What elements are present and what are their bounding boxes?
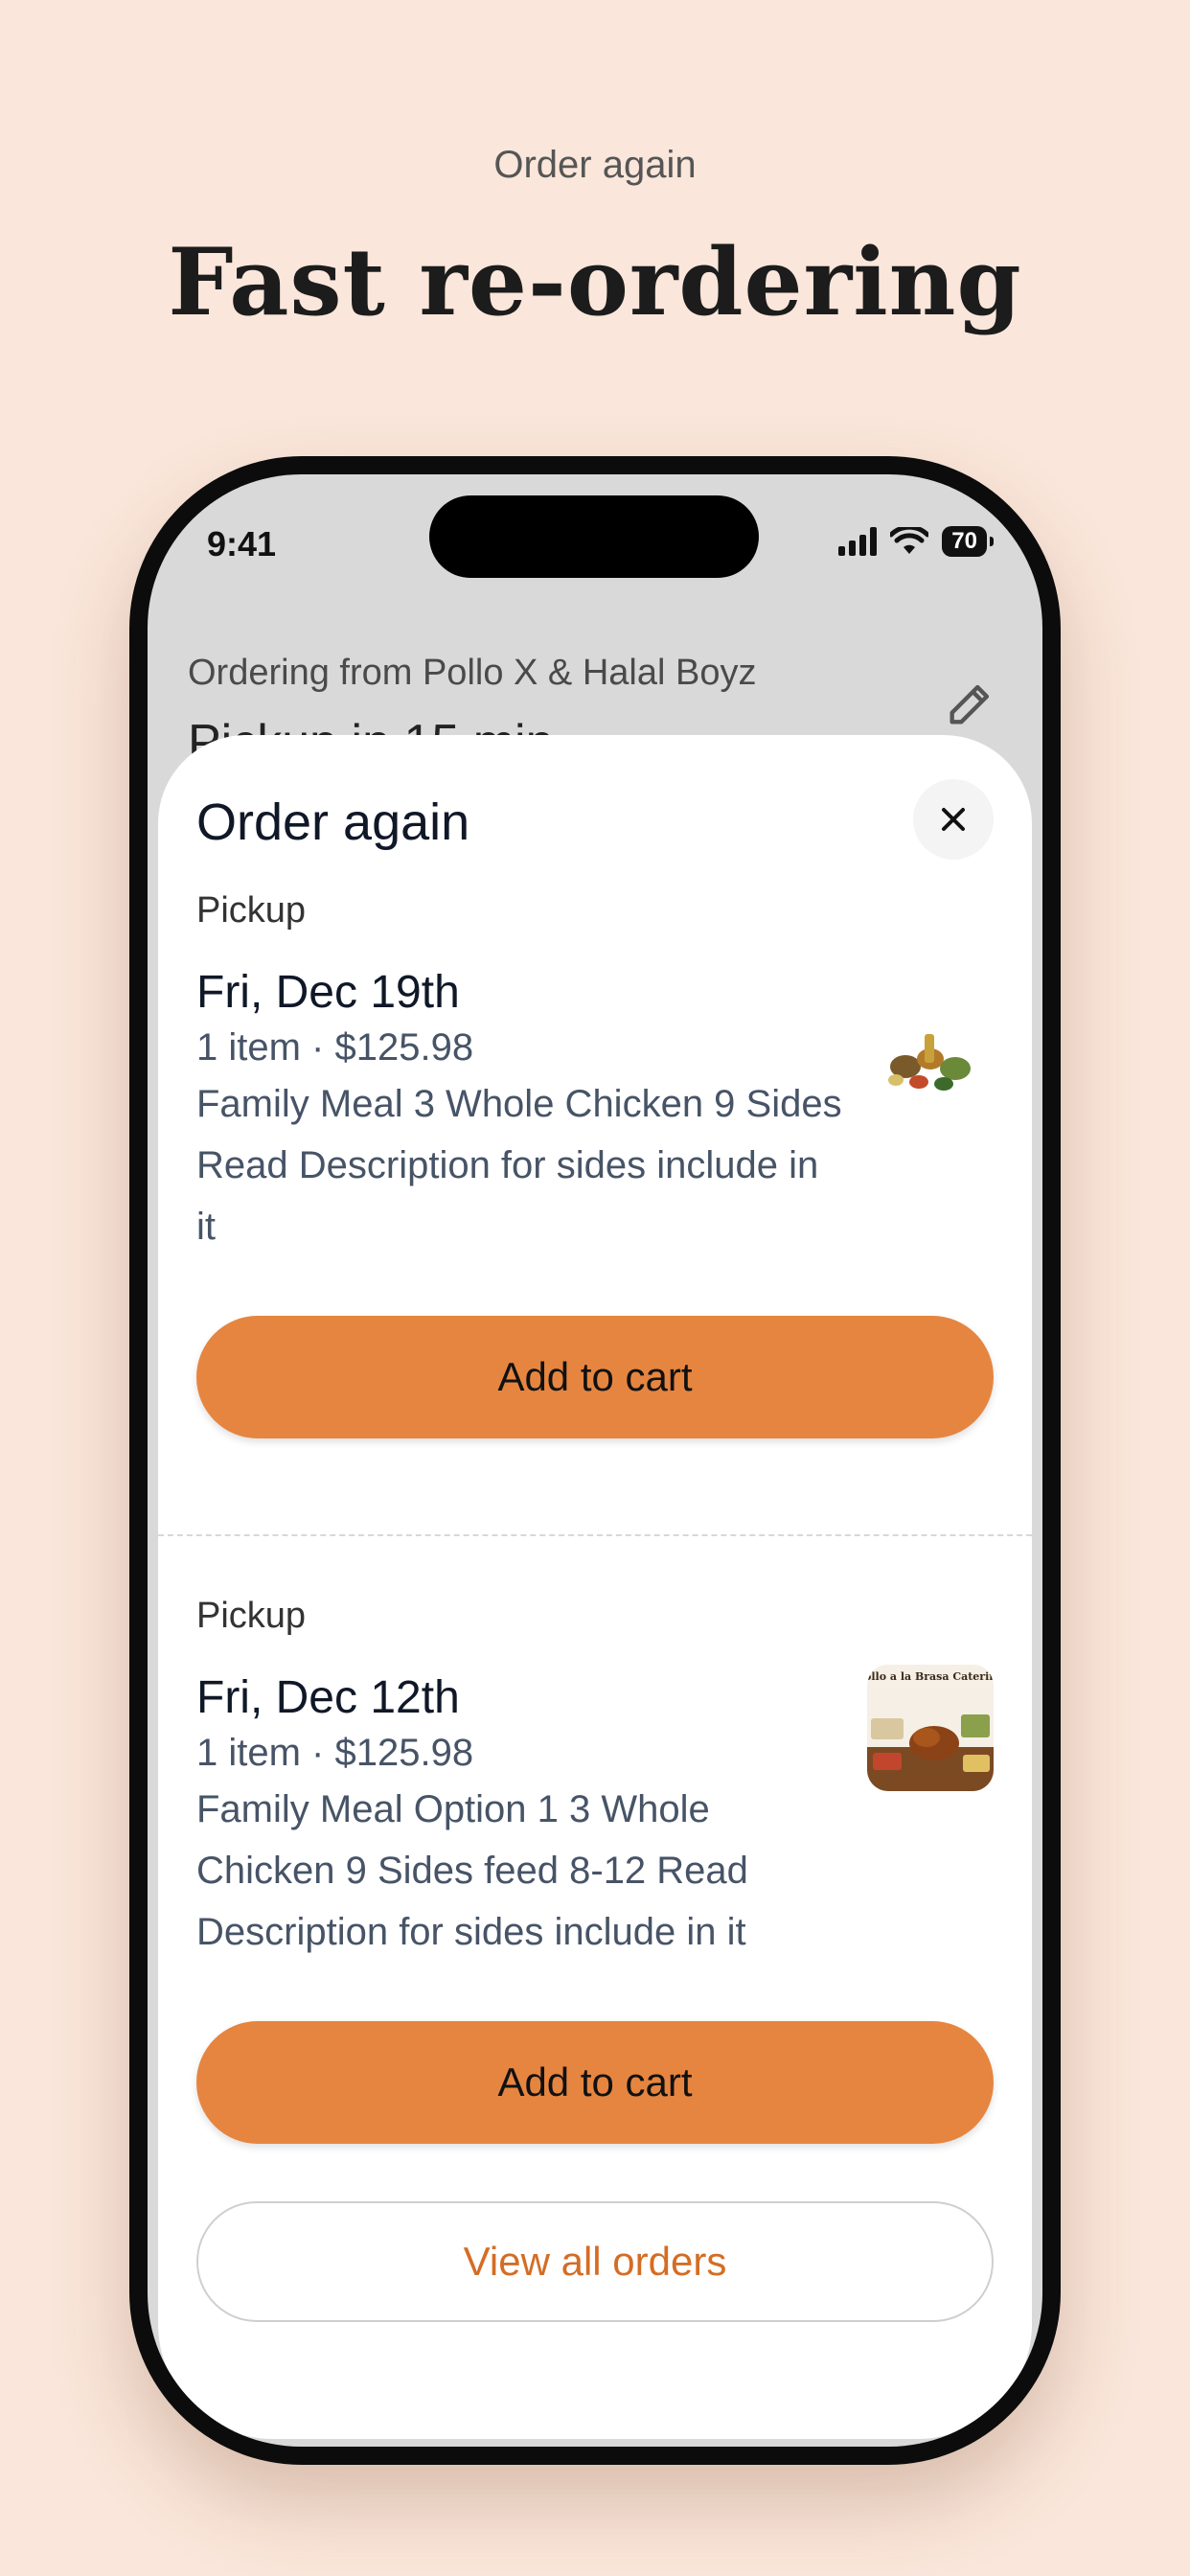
- add-to-cart-button[interactable]: Add to cart: [196, 1316, 994, 1438]
- thumbnail-caption: Pollo a la Brasa Catering: [867, 1670, 994, 1683]
- order-description: Family Meal 3 Whole Chicken 9 Sides Read…: [196, 1083, 842, 1248]
- status-icons: 70: [838, 526, 994, 557]
- status-time: 9:41: [207, 524, 277, 564]
- battery-icon: 70: [942, 526, 994, 557]
- order-again-sheet: Order again Pickup Fri, Dec 19th 1 item …: [158, 735, 1032, 2439]
- signal-icon: [838, 527, 878, 556]
- divider: [158, 1534, 1032, 1536]
- order-thumbnail: Pollo a la Brasa Catering: [867, 1665, 994, 1791]
- pencil-icon[interactable]: [943, 676, 998, 731]
- phone-screen: 9:41 70 Ordering from Pollo X & Halal Bo…: [148, 474, 1042, 2447]
- add-to-cart-button[interactable]: Add to cart: [196, 2021, 994, 2144]
- order-card: Pickup Fri, Dec 12th 1 item · $125.98 Fa…: [196, 1596, 994, 2190]
- order-type: Pickup: [196, 890, 307, 931]
- sheet-title: Order again: [196, 794, 470, 851]
- dynamic-island: [429, 495, 759, 578]
- wifi-icon: [890, 527, 929, 554]
- view-all-orders-button[interactable]: View all orders: [196, 2201, 994, 2322]
- close-button[interactable]: [913, 779, 994, 860]
- ordering-from-label: Ordering from Pollo X & Halal Boyz: [188, 653, 757, 693]
- order-type: Pickup: [196, 1596, 307, 1636]
- order-card: Pickup Fri, Dec 19th 1 item · $125.98 Fa…: [196, 890, 994, 1484]
- phone-frame: 9:41 70 Ordering from Pollo X & Halal Bo…: [129, 456, 1061, 2465]
- promo-headline: Fast re-ordering: [168, 228, 1022, 336]
- promo-eyebrow: Order again: [493, 144, 697, 186]
- order-description: Family Meal Option 1 3 Whole Chicken 9 S…: [196, 1788, 748, 1953]
- order-thumbnail: [867, 1001, 994, 1128]
- close-icon: [942, 808, 965, 831]
